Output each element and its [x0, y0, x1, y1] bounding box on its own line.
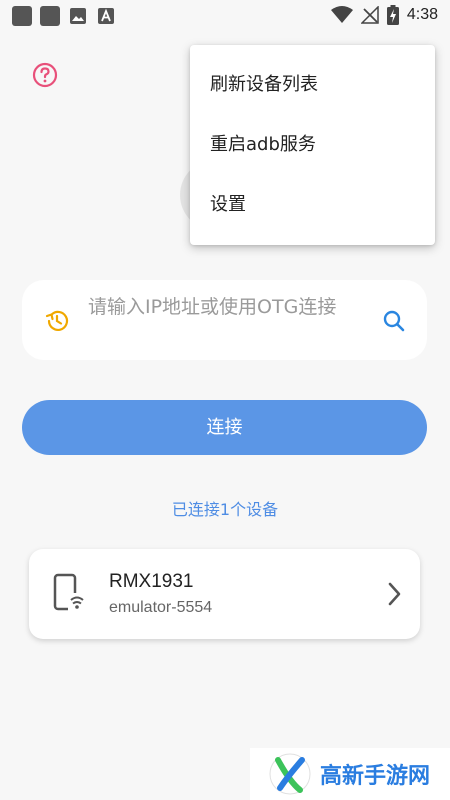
wifi-icon — [330, 6, 353, 23]
watermark-logo-icon — [269, 753, 311, 795]
connected-count-link[interactable]: 已连接1个设备 — [0, 496, 450, 520]
menu-item-refresh-devices[interactable]: 刷新设备列表 — [190, 55, 435, 115]
overflow-menu: 刷新设备列表 重启adb服务 设置 — [190, 45, 435, 245]
status-bar-left — [12, 6, 116, 26]
help-icon[interactable] — [32, 62, 58, 88]
watermark: 高新手游网 — [250, 748, 450, 800]
history-icon[interactable] — [44, 308, 70, 334]
search-input[interactable]: 请输入IP地址或使用OTG连接 — [88, 294, 368, 320]
device-id: emulator-5554 — [109, 599, 213, 616]
battery-charging-icon — [386, 5, 399, 25]
connect-button[interactable]: 连接 — [22, 400, 427, 455]
search-card: 请输入IP地址或使用OTG连接 — [22, 280, 427, 360]
status-time: 4:38 — [406, 6, 438, 23]
watermark-text: 高新手游网 — [320, 764, 431, 789]
no-signal-icon — [360, 6, 379, 24]
notification-square-icon — [40, 6, 60, 26]
a-icon — [96, 6, 116, 26]
menu-item-restart-adb[interactable]: 重启adb服务 — [190, 115, 435, 175]
status-bar-right: 4:38 — [330, 5, 438, 25]
image-icon — [68, 6, 88, 26]
menu-item-settings[interactable]: 设置 — [190, 175, 435, 235]
status-bar: 4:38 — [0, 0, 450, 32]
notification-square-icon — [12, 6, 32, 26]
device-card[interactable]: RMX1931 emulator-5554 — [29, 549, 420, 639]
device-name: RMX1931 — [109, 571, 194, 592]
chevron-right-icon[interactable] — [384, 581, 404, 607]
search-icon[interactable] — [381, 308, 407, 334]
phone-wifi-icon — [53, 573, 87, 613]
